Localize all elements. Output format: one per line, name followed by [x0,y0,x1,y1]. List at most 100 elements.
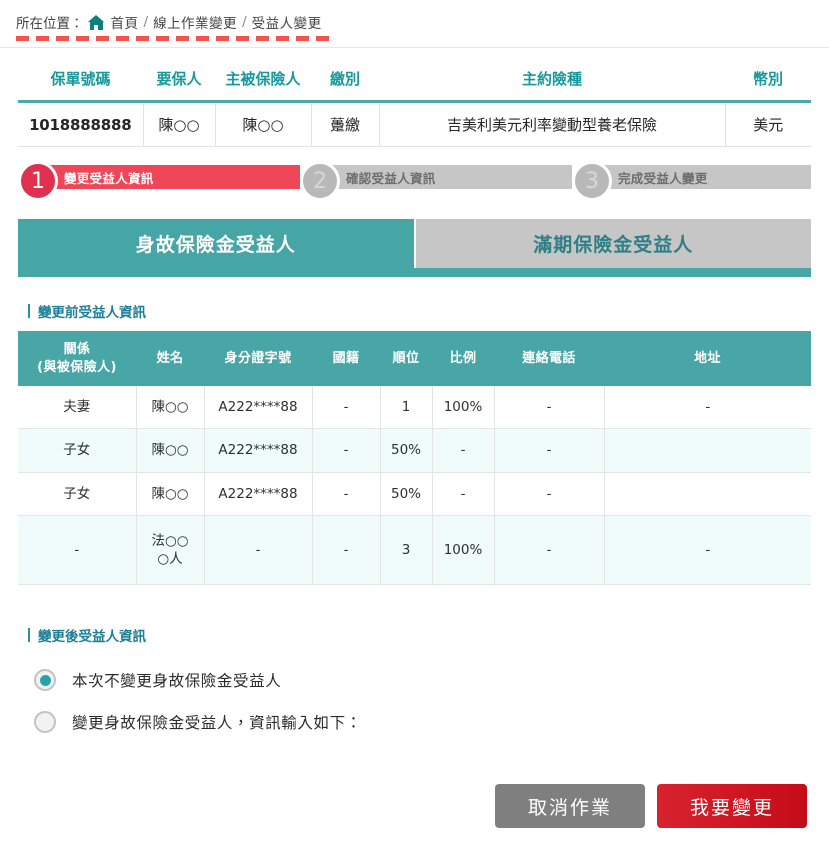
cell-address: - [604,386,811,430]
radio-option-no-change[interactable]: 本次不變更身故保險金受益人 [34,659,829,701]
tab-maturity-benefit-beneficiary[interactable]: 滿期保險金受益人 [415,219,811,268]
policy-header-currency: 幣別 [725,56,811,103]
cell-phone: - [494,472,605,516]
cell-id-no: A222****88 [204,428,313,473]
before-change-title-text: 變更前受益人資訊 [38,305,146,321]
step-3: 完成受益人變更 3 [572,161,811,201]
cell-order: 50% [380,428,433,473]
breadcrumb-separator: / [242,14,247,30]
tab-death-benefit-beneficiary[interactable]: 身故保險金受益人 [18,219,414,268]
step-1-label: 變更受益人資訊 [64,170,154,186]
after-change-title-text: 變更後受益人資訊 [38,629,146,646]
radio-option-change-label: 變更身故保險金受益人，資訊輸入如下： [72,714,362,733]
cell-id-no: - [204,515,313,586]
policy-cell-policy-no: 1018888888 [18,101,144,147]
after-change-section-title: 變更後受益人資訊 [28,625,829,645]
col-header-order: 順位 [380,331,432,387]
cell-address [604,428,811,473]
cell-nationality: - [312,386,381,430]
step-2: 確認受益人資訊 2 [300,161,572,201]
table-row: 子女 陳○○ A222****88 - 50% - - [18,472,811,516]
breadcrumb: 所在位置： 首頁 / 線上作業變更 / 受益人變更 [16,12,322,36]
breadcrumb-dashed-rule [16,36,336,41]
policy-header-product: 主約險種 [379,56,725,103]
table-row: 子女 陳○○ A222****88 - 50% - - [18,428,811,473]
cell-nationality: - [312,472,381,516]
col-header-nationality: 國籍 [312,331,380,387]
radio-unselected-icon[interactable] [34,711,56,734]
cell-relation: 夫妻 [18,386,137,430]
step-indicator: 變更受益人資訊 1 確認受益人資訊 2 完成受益人變更 3 [18,161,811,201]
cell-address: - [604,515,811,586]
step-2-label: 確認受益人資訊 [346,170,436,186]
col-header-relation: 關係 (與被保險人) [18,331,136,387]
cell-order: 50% [380,472,433,516]
before-change-section-title: 變更前受益人資訊 [28,301,829,321]
table-row: - 法○○ ○人 - - 3 100% - - [18,515,811,586]
cell-order: 1 [380,386,433,430]
before-change-table-wrap: 關係 (與被保險人) 姓名 身分證字號 國籍 順位 比例 連絡電話 地址 夫妻 … [0,331,829,586]
policy-table: 保單號碼 要保人 主被保險人 繳別 主約險種 幣別 1018888888 陳○○… [18,56,811,147]
cell-name: 陳○○ [136,428,205,473]
cell-ratio: 100% [432,386,495,430]
cancel-button[interactable]: 取消作業 [495,784,645,828]
cell-phone: - [494,515,605,586]
policy-row: 1018888888 陳○○ 陳○○ 躉繳 吉美利美元利率變動型養老保險 美元 [18,101,811,147]
policy-header-row: 保單號碼 要保人 主被保險人 繳別 主約險種 幣別 [18,56,811,103]
cell-nationality: - [312,428,381,473]
cell-ratio: - [432,428,495,473]
beneficiary-change-options: 本次不變更身故保險金受益人 變更身故保險金受益人，資訊輸入如下： [34,659,829,743]
policy-header-insured: 主被保險人 [215,56,311,103]
policy-cell-applicant: 陳○○ [143,101,216,147]
cell-relation: 子女 [18,472,137,516]
breadcrumb-item-home[interactable]: 首頁 [111,12,139,32]
col-header-phone: 連絡電話 [494,331,604,387]
policy-cell-insured: 陳○○ [215,101,312,147]
submit-change-button[interactable]: 我要變更 [657,784,807,828]
home-icon [87,14,105,30]
radio-option-no-change-label: 本次不變更身故保險金受益人 [72,672,282,691]
cell-name: 法○○ ○人 [136,515,205,586]
step-1: 變更受益人資訊 1 [18,161,300,201]
step-1-number: 1 [18,161,58,201]
before-change-header-row: 關係 (與被保險人) 姓名 身分證字號 國籍 順位 比例 連絡電話 地址 [18,331,811,387]
breadcrumb-bar: 所在位置： 首頁 / 線上作業變更 / 受益人變更 [0,0,829,48]
policy-summary: 保單號碼 要保人 主被保險人 繳別 主約險種 幣別 1018888888 陳○○… [0,48,829,147]
radio-option-change[interactable]: 變更身故保險金受益人，資訊輸入如下： [34,701,829,743]
breadcrumb-separator: / [143,14,149,30]
before-change-table: 關係 (與被保險人) 姓名 身分證字號 國籍 順位 比例 連絡電話 地址 夫妻 … [18,331,811,586]
breadcrumb-prefix: 所在位置： [16,16,84,32]
section-tick-icon [28,304,30,318]
policy-header-payment-type: 繳別 [311,56,379,103]
policy-cell-payment-type: 躉繳 [311,101,380,147]
col-header-name: 姓名 [136,331,204,387]
cell-phone: - [494,428,605,473]
cell-phone: - [494,386,605,430]
col-header-address: 地址 [604,331,811,387]
section-tick-icon [28,628,30,643]
cell-id-no: A222****88 [204,386,313,430]
policy-cell-product: 吉美利美元利率變動型養老保險 [379,101,726,147]
policy-header-policy-no: 保單號碼 [18,56,143,103]
radio-selected-icon[interactable] [34,669,56,692]
cell-ratio: 100% [432,515,495,586]
action-buttons: 取消作業 我要變更 [495,784,807,828]
cell-relation: 子女 [18,428,137,473]
table-row: 夫妻 陳○○ A222****88 - 1 100% - - [18,386,811,430]
policy-header-applicant: 要保人 [143,56,215,103]
cell-address [604,472,811,516]
step-3-number: 3 [572,161,612,201]
step-2-number: 2 [300,161,340,201]
tab-underline [18,268,811,277]
policy-cell-currency: 美元 [725,101,811,147]
cell-name: 陳○○ [136,386,205,430]
cell-nationality: - [312,515,381,586]
cell-order: 3 [380,515,433,586]
col-header-ratio: 比例 [432,331,494,387]
beneficiary-tabs: 身故保險金受益人 滿期保險金受益人 [18,219,811,268]
cell-name: 陳○○ [136,472,205,516]
breadcrumb-item-online-change[interactable]: 線上作業變更 [153,12,237,32]
breadcrumb-item-beneficiary-change: 受益人變更 [251,16,322,32]
cell-ratio: - [432,472,495,516]
step-3-label: 完成受益人變更 [618,170,708,186]
